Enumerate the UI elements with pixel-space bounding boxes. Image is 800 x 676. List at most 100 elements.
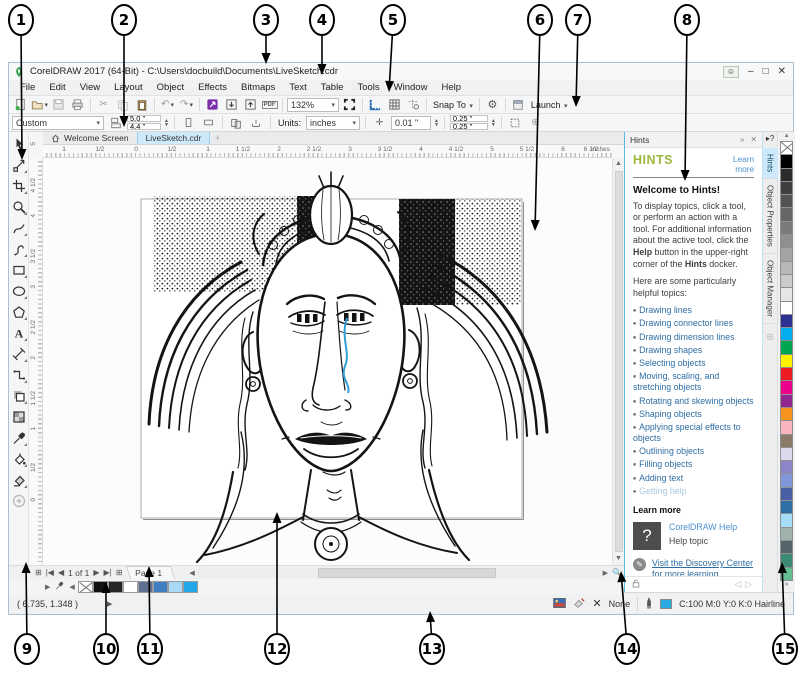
duplicate-distance-y-field[interactable] [450, 123, 488, 130]
vertical-scrollbar[interactable]: ▲ ▼ [612, 158, 624, 565]
palette-color-swatch[interactable] [780, 154, 793, 168]
discovery-center-link[interactable]: Visit the Discovery Center for more lear… [652, 558, 754, 576]
docker-tab-hints[interactable]: Hints [763, 148, 778, 179]
hint-topic-link[interactable]: ▪Drawing shapes [633, 345, 754, 357]
nudge-stepper[interactable]: ▲▼ [434, 119, 439, 127]
menu-tools[interactable]: Tools [350, 82, 386, 93]
maximize-button[interactable]: □ [763, 67, 769, 77]
close-button[interactable]: ✕ [778, 67, 786, 77]
docpalette-flyout-icon[interactable]: ▶ [43, 583, 52, 591]
undo-button[interactable]: ↶▾ [159, 97, 176, 112]
parallel-dimension-tool[interactable] [10, 343, 28, 364]
dock-lock-icon[interactable] [631, 578, 641, 592]
status-flyout-icon[interactable]: ▶ [107, 600, 112, 608]
transparency-tool[interactable] [10, 406, 28, 427]
tab-livesketch-document[interactable]: LiveSketch.cdr [137, 132, 211, 144]
fullscreen-preview-button[interactable] [341, 97, 358, 112]
preset-combo[interactable]: Custom▾ [12, 116, 104, 130]
hint-topic-link[interactable]: ▪Drawing dimension lines [633, 332, 754, 344]
add-page-start-button[interactable]: ⊞ [33, 568, 44, 577]
menu-window[interactable]: Window [387, 82, 435, 93]
add-page-end-button[interactable]: ⊞ [114, 568, 125, 577]
palette-color-swatch[interactable] [780, 447, 793, 461]
docker-tab-object-properties[interactable]: Object Properties [763, 179, 778, 254]
all-pages-button[interactable] [228, 115, 245, 130]
search-content-button[interactable] [204, 97, 221, 112]
palette-color-swatch[interactable] [780, 407, 793, 421]
current-page-button[interactable] [248, 115, 265, 130]
hint-topic-link[interactable]: ▪Applying special effects to objects [633, 422, 754, 445]
pick-tool[interactable] [10, 133, 28, 154]
nudge-field[interactable]: 0.01 " [391, 116, 431, 130]
whats-this-pointer-icon[interactable]: ▸? [766, 132, 774, 148]
horizontal-scrollbar[interactable]: ◀ ▶ [187, 567, 610, 579]
palette-color-swatch[interactable] [780, 367, 793, 381]
palette-color-swatch[interactable] [780, 500, 793, 514]
palette-color-swatch[interactable] [780, 380, 793, 394]
menu-effects[interactable]: Effects [191, 82, 234, 93]
export-button[interactable] [242, 97, 259, 112]
palette-color-swatch[interactable] [780, 221, 793, 235]
palette-color-swatch[interactable] [780, 261, 793, 275]
next-page-button[interactable]: ▶ [91, 568, 101, 577]
menu-layout[interactable]: Layout [107, 82, 150, 93]
palette-color-swatch[interactable] [780, 287, 793, 301]
palette-color-swatch[interactable] [780, 234, 793, 248]
redo-button[interactable]: ↷▾ [178, 97, 195, 112]
hint-topic-link[interactable]: ▪Getting help [633, 486, 754, 498]
docker-close-icon[interactable]: ✕ [750, 135, 757, 144]
palette-color-swatch[interactable] [780, 181, 793, 195]
crop-tool[interactable] [10, 175, 28, 196]
docpalette-color-swatch[interactable] [123, 581, 138, 593]
hint-topic-link[interactable]: ▪Drawing lines [633, 305, 754, 317]
paste-button[interactable] [133, 97, 150, 112]
connector-tool[interactable] [10, 364, 28, 385]
palette-color-swatch[interactable] [780, 553, 793, 567]
units-combo[interactable]: inches▾ [306, 116, 360, 130]
add-docker-button[interactable]: ⊕ [766, 324, 774, 343]
palette-color-swatch[interactable] [780, 327, 793, 341]
hint-topic-link[interactable]: ▪Outlining objects [633, 446, 754, 458]
minimize-button[interactable]: – [748, 67, 754, 77]
show-guidelines-button[interactable] [405, 97, 422, 112]
hint-topic-link[interactable]: ▪Adding text [633, 473, 754, 485]
palette-color-swatch[interactable] [780, 473, 793, 487]
cut-button[interactable]: ✂ [95, 97, 112, 112]
page-width-field[interactable] [127, 115, 161, 122]
palette-color-swatch[interactable] [780, 194, 793, 208]
zoom-tool[interactable] [10, 196, 28, 217]
last-page-button[interactable]: ▶| [102, 568, 114, 577]
palette-color-swatch[interactable] [780, 394, 793, 408]
import-button[interactable] [223, 97, 240, 112]
publish-pdf-button[interactable]: PDF [261, 97, 278, 112]
page-size-stepper[interactable]: ▲▼ [164, 119, 169, 127]
polygon-tool[interactable] [10, 301, 28, 322]
shape-tool[interactable] [10, 154, 28, 175]
palette-color-swatch[interactable] [780, 527, 793, 541]
zoom-level-combo[interactable]: 132%▾ [287, 98, 339, 112]
snap-to-dropdown[interactable]: Snap To ▾ [431, 100, 475, 110]
palette-color-swatch[interactable] [780, 460, 793, 474]
scroll-up-icon[interactable]: ▲ [615, 158, 622, 170]
scroll-left-icon[interactable]: ◀ [187, 569, 196, 577]
copy-button[interactable] [114, 97, 131, 112]
hint-topic-link[interactable]: ▪Filling objects [633, 459, 754, 471]
docpalette-color-swatch[interactable] [183, 581, 198, 593]
title-bar[interactable]: CorelDRAW 2017 (64-Bit) - C:\Users\docbu… [9, 63, 793, 80]
palette-color-swatch[interactable] [780, 314, 793, 328]
horizontal-ruler[interactable]: inches 11/201/211 1/222 1/233 1/244 1/25… [43, 145, 612, 158]
palette-color-swatch[interactable] [780, 434, 793, 448]
hint-topic-link[interactable]: ▪Moving, scaling, and stretching objects [633, 371, 754, 394]
coreldraw-help-link[interactable]: CorelDRAW Help [669, 522, 737, 534]
menu-object[interactable]: Object [150, 82, 191, 93]
menu-table[interactable]: Table [314, 82, 351, 93]
launch-dropdown[interactable]: Launch ▾ [529, 100, 570, 110]
docpalette-no-color-swatch[interactable] [78, 581, 93, 593]
hint-topic-link[interactable]: ▪Shaping objects [633, 409, 754, 421]
docpalette-color-swatch[interactable] [138, 581, 153, 593]
options-gear-icon[interactable]: ⚙ [484, 97, 501, 112]
freehand-tool[interactable] [10, 217, 28, 238]
menu-edit[interactable]: Edit [42, 82, 72, 93]
palette-color-swatch[interactable] [780, 540, 793, 554]
vertical-scroll-thumb[interactable] [615, 171, 623, 552]
